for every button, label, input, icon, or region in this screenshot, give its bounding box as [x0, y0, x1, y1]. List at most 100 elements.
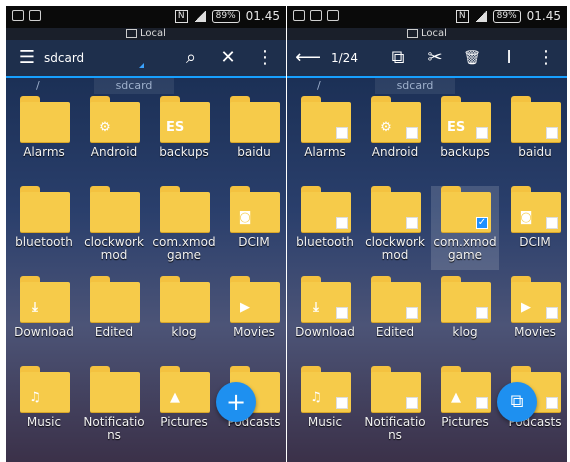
folder-item[interactable]: ◙ DCIM: [501, 186, 567, 270]
selection-checkbox[interactable]: ✓: [476, 217, 488, 229]
folder-item[interactable]: bluetooth: [291, 186, 359, 270]
folder-item[interactable]: ⤓ Download: [10, 276, 78, 360]
folder-icon: [230, 96, 280, 144]
location-bar: Local: [287, 28, 567, 40]
file-manager-selection-screen: N 89% 01.45 Local ⟵ 1/24 ⧉ ✂ 🗑 I ⋮ / sdc…: [287, 6, 567, 462]
folder-label: Edited: [375, 325, 415, 339]
selection-checkbox[interactable]: [476, 307, 488, 319]
folder-label: Notificatio ns: [83, 415, 145, 442]
folder-item[interactable]: bluetooth: [10, 186, 78, 270]
selection-checkbox[interactable]: [476, 127, 488, 139]
nfc-icon: N: [174, 9, 188, 23]
folder-item[interactable]: ⚙ Android: [80, 96, 148, 180]
selection-checkbox[interactable]: [476, 397, 488, 409]
folder-item[interactable]: Notificatio ns: [361, 366, 429, 450]
search-icon[interactable]: ⌕: [176, 40, 206, 76]
folder-item[interactable]: ▶ Movies: [501, 276, 567, 360]
breadcrumb: / sdcard: [6, 78, 286, 94]
back-arrow-icon[interactable]: ⟵: [293, 40, 323, 76]
folder-label: Download: [14, 325, 74, 339]
folder-label: Pictures: [160, 415, 208, 429]
breadcrumb-current[interactable]: sdcard: [375, 78, 455, 94]
folder-icon: [371, 186, 421, 234]
dropdown-indicator-icon: [139, 63, 144, 68]
breadcrumb-current[interactable]: sdcard: [94, 78, 174, 94]
selection-checkbox[interactable]: [546, 127, 558, 139]
selection-checkbox[interactable]: [336, 397, 348, 409]
folder-icon: ⤓: [20, 276, 70, 324]
more-options-icon[interactable]: ⋮: [250, 40, 280, 76]
breadcrumb-root[interactable]: /: [36, 79, 40, 92]
folder-label: bluetooth: [296, 235, 354, 249]
folder-item[interactable]: ▶ Movies: [220, 276, 286, 360]
selection-checkbox[interactable]: [336, 127, 348, 139]
selection-checkbox[interactable]: [336, 307, 348, 319]
location-label: Local: [421, 28, 447, 39]
folder-label: Alarms: [23, 145, 65, 159]
folder-item[interactable]: ⚙ Android: [361, 96, 429, 180]
selection-counter: 1/24: [331, 51, 358, 65]
selection-checkbox[interactable]: [406, 397, 418, 409]
folder-item[interactable]: baidu: [220, 96, 286, 180]
folder-item[interactable]: ✓ com.xmod game: [431, 186, 499, 270]
folder-label: Movies: [514, 325, 556, 339]
folder-label: clockwork mod: [365, 235, 425, 262]
folder-item[interactable]: Alarms: [10, 96, 78, 180]
folder-label: Edited: [94, 325, 134, 339]
folder-icon: ▶: [511, 276, 561, 324]
selection-toolbar: ⟵ 1/24 ⧉ ✂ 🗑 I ⋮: [287, 40, 567, 78]
selection-checkbox[interactable]: [406, 127, 418, 139]
folder-body: [160, 282, 210, 322]
rename-icon[interactable]: I: [494, 40, 524, 76]
folder-item[interactable]: ▲ Pictures: [150, 366, 218, 450]
folder-item[interactable]: ◙ DCIM: [220, 186, 286, 270]
folder-item[interactable]: clockwork mod: [361, 186, 429, 270]
folder-item[interactable]: Edited: [361, 276, 429, 360]
folder-item[interactable]: Notificatio ns: [80, 366, 148, 450]
selection-checkbox[interactable]: [336, 217, 348, 229]
folder-label: DCIM: [238, 235, 270, 249]
close-icon[interactable]: ✕: [213, 40, 243, 76]
folder-item[interactable]: ♫ Music: [10, 366, 78, 450]
cut-icon[interactable]: ✂: [420, 40, 450, 76]
nfc-icon: N: [455, 9, 469, 23]
selection-checkbox[interactable]: [546, 397, 558, 409]
copy-icon[interactable]: ⧉: [383, 40, 413, 76]
more-options-icon[interactable]: ⋮: [531, 40, 561, 76]
folder-icon: ◙: [230, 186, 280, 234]
folder-emblem-icon: ▲: [451, 390, 461, 405]
folder-label: klog: [171, 325, 197, 339]
signal-icon: [474, 10, 487, 22]
folder-item[interactable]: ♫ Music: [291, 366, 359, 450]
folder-icon: ▶: [230, 276, 280, 324]
folder-item[interactable]: clockwork mod: [80, 186, 148, 270]
selection-checkbox[interactable]: [546, 217, 558, 229]
folder-item[interactable]: Edited: [80, 276, 148, 360]
folder-item[interactable]: Alarms: [291, 96, 359, 180]
folder-icon: [20, 186, 70, 234]
folder-item[interactable]: com.xmod game: [150, 186, 218, 270]
storage-icon: [407, 28, 419, 38]
folder-item[interactable]: ES backups: [150, 96, 218, 180]
folder-icon: ⚙: [371, 96, 421, 144]
chat-notification-icon: [310, 10, 322, 21]
selection-checkbox[interactable]: [406, 217, 418, 229]
folder-emblem-icon: ⤓: [313, 300, 319, 315]
folder-item[interactable]: klog: [431, 276, 499, 360]
chat-notification-icon: [12, 10, 24, 21]
add-button[interactable]: +: [216, 382, 256, 422]
selection-checkbox[interactable]: [406, 307, 418, 319]
folder-item[interactable]: ▲ Pictures: [431, 366, 499, 450]
folder-icon: ✓: [441, 186, 491, 234]
selection-checkbox[interactable]: [546, 307, 558, 319]
folder-label: Alarms: [304, 145, 346, 159]
delete-icon[interactable]: 🗑: [457, 40, 487, 76]
folder-item[interactable]: klog: [150, 276, 218, 360]
paste-copy-button[interactable]: ⧉: [497, 382, 537, 422]
breadcrumb-root[interactable]: /: [317, 79, 321, 92]
path-selector[interactable]: sdcard: [44, 46, 144, 70]
menu-icon[interactable]: ☰: [12, 40, 42, 76]
folder-item[interactable]: baidu: [501, 96, 567, 180]
folder-item[interactable]: ES backups: [431, 96, 499, 180]
folder-item[interactable]: ⤓ Download: [291, 276, 359, 360]
